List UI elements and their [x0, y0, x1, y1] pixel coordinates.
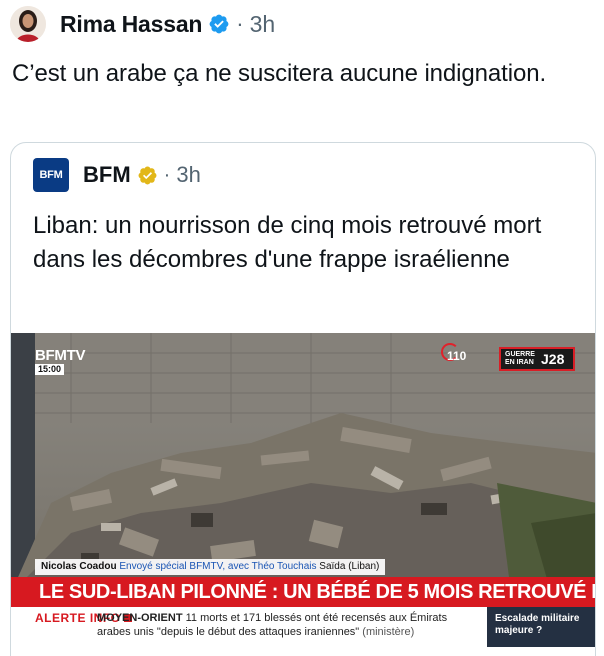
channel-number: 110 — [447, 349, 467, 363]
video-still[interactable]: BFMTV 15:00 110 GUERRE EN IRAN J28 Nicol… — [11, 333, 595, 656]
quoted-tweet-time[interactable]: 3h — [176, 162, 200, 188]
bfm-logo[interactable]: BFM — [33, 158, 69, 192]
separator-dot: · — [236, 11, 244, 36]
tweet-time[interactable]: 3h — [250, 11, 276, 38]
tweet-header: Rima Hassan · 3h — [10, 4, 275, 44]
breaking-headline-banner: LE SUD-LIBAN PILONNÉ : UN BÉBÉ DE 5 MOIS… — [11, 577, 595, 607]
ticker-text: MOYEN-ORIENT 11 morts et 171 blessés ont… — [97, 611, 477, 639]
reporter-byline: Nicolas Coadou Envoyé spécial BFMTV, ave… — [35, 559, 386, 575]
quoted-tweet-header: BFM BFM · 3h — [33, 157, 201, 193]
verified-badge-icon — [208, 13, 230, 35]
reporter-role: Envoyé spécial BFMTV, avec Théo Touchais — [119, 561, 317, 572]
tweet-text: C’est un arabe ça ne suscitera aucune in… — [12, 60, 547, 87]
ticker-source: (ministère) — [362, 626, 415, 638]
war-day-badge: GUERRE EN IRAN J28 — [499, 347, 575, 371]
avatar[interactable] — [10, 6, 46, 42]
news-ticker: ALERTE INFO MOYEN-ORIENT 11 morts et 171… — [11, 607, 595, 656]
author-name[interactable]: Rima Hassan — [60, 11, 202, 38]
quoted-tweet[interactable]: BFM BFM · 3h Liban: un nourrisson de cin… — [10, 142, 596, 656]
ticker-region: MOYEN-ORIENT — [97, 612, 183, 624]
gold-verified-badge-icon — [137, 165, 158, 186]
quoted-author-name[interactable]: BFM — [83, 162, 131, 188]
war-badge-day: J28 — [541, 351, 565, 367]
separator-dot: · — [163, 163, 171, 186]
reporter-name: Nicolas Coadou — [41, 561, 117, 572]
war-badge-label: GUERRE EN IRAN — [505, 351, 535, 366]
reporter-location: Saïda (Liban) — [319, 561, 380, 572]
quoted-tweet-text: Liban: un nourrisson de cinq mois retrou… — [33, 212, 542, 273]
tweet[interactable]: Rima Hassan · 3h C’est un arabe ça ne su… — [0, 0, 604, 656]
bfmtv-channel-logo: BFMTV — [35, 347, 86, 364]
broadcast-clock: 15:00 — [35, 364, 65, 375]
side-topic-box: Escalade militaire majeure ? — [487, 607, 595, 647]
